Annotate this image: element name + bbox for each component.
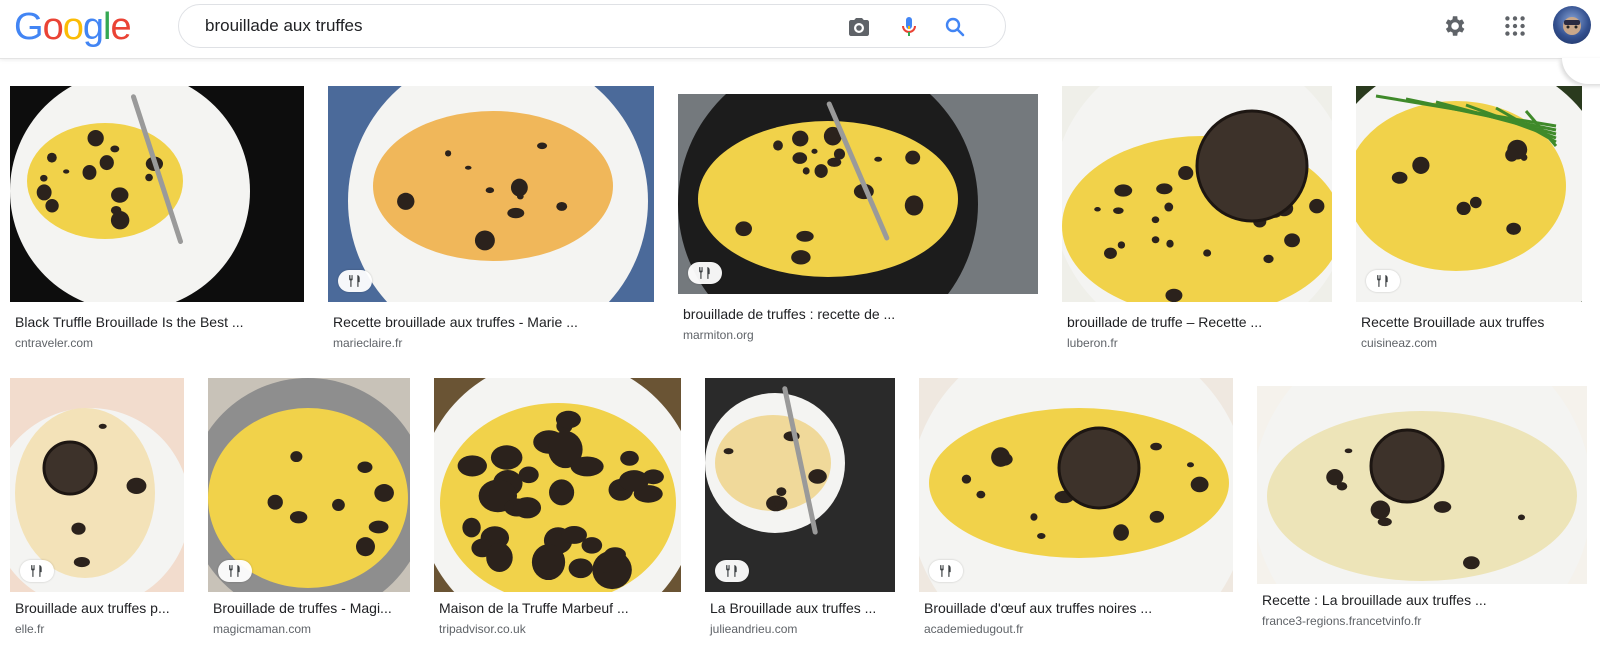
result-thumbnail[interactable] bbox=[1356, 86, 1582, 302]
result-title[interactable]: Recette : La brouillade aux truffes ... bbox=[1262, 592, 1487, 608]
result-title[interactable]: La Brouillade aux truffes ... bbox=[710, 600, 876, 616]
result-title[interactable]: Brouillade d'œuf aux truffes noires ... bbox=[924, 600, 1152, 616]
result-thumbnail[interactable] bbox=[1062, 86, 1332, 302]
result-source[interactable]: france3-regions.francetvinfo.fr bbox=[1262, 614, 1421, 628]
logo-letter: e bbox=[110, 6, 131, 48]
search-box[interactable] bbox=[178, 4, 1006, 48]
recipe-badge-icon bbox=[688, 262, 722, 284]
logo-letter: g bbox=[82, 6, 104, 48]
result-source[interactable]: marieclaire.fr bbox=[333, 336, 402, 350]
account-avatar[interactable] bbox=[1553, 6, 1591, 44]
image-result-card[interactable]: Recette Brouillade aux truffes cuisineaz.… bbox=[1356, 86, 1582, 350]
gear-icon[interactable] bbox=[1441, 13, 1467, 39]
result-title[interactable]: Brouillade aux truffes p... bbox=[15, 600, 170, 616]
result-source[interactable]: luberon.fr bbox=[1067, 336, 1118, 350]
result-thumbnail[interactable] bbox=[1257, 386, 1587, 584]
image-result-card[interactable]: Brouillade aux truffes p... elle.fr bbox=[10, 378, 184, 636]
recipe-badge-icon bbox=[218, 560, 252, 582]
edge-decoration bbox=[1562, 58, 1600, 84]
apps-icon[interactable] bbox=[1502, 13, 1528, 39]
top-bar: Google bbox=[0, 0, 1600, 59]
image-result-card[interactable]: Brouillade de truffes - Magi... magicmama… bbox=[208, 378, 410, 636]
camera-icon[interactable] bbox=[847, 15, 871, 39]
logo-letter: o bbox=[62, 6, 84, 48]
search-input[interactable] bbox=[203, 15, 807, 37]
result-source[interactable]: elle.fr bbox=[15, 622, 44, 636]
result-thumbnail[interactable] bbox=[919, 378, 1233, 592]
image-result-card[interactable]: Recette brouillade aux truffes - Marie .… bbox=[328, 86, 654, 350]
search-icon[interactable] bbox=[943, 15, 967, 39]
result-source[interactable]: magicmaman.com bbox=[213, 622, 311, 636]
result-thumbnail[interactable] bbox=[10, 86, 304, 302]
recipe-badge-icon bbox=[929, 560, 963, 582]
image-result-card[interactable]: La Brouillade aux truffes ... julieandrie… bbox=[705, 378, 895, 636]
image-result-card[interactable]: Black Truffle Brouillade Is the Best ...… bbox=[10, 86, 304, 350]
recipe-badge-icon bbox=[715, 560, 749, 582]
image-result-card[interactable]: Brouillade d'œuf aux truffes noires ... a… bbox=[919, 378, 1233, 636]
result-title[interactable]: Recette Brouillade aux truffes bbox=[1361, 314, 1544, 330]
result-source[interactable]: julieandrieu.com bbox=[710, 622, 797, 636]
recipe-badge-icon bbox=[1366, 270, 1400, 292]
result-title[interactable]: Black Truffle Brouillade Is the Best ... bbox=[15, 314, 244, 330]
logo-letter: o bbox=[42, 6, 64, 48]
result-source[interactable]: academiedugout.fr bbox=[924, 622, 1023, 636]
result-title[interactable]: Maison de la Truffe Marbeuf ... bbox=[439, 600, 629, 616]
result-source[interactable]: marmiton.org bbox=[683, 328, 754, 342]
image-result-card[interactable]: Recette : La brouillade aux truffes ... f… bbox=[1257, 378, 1587, 628]
result-thumbnail[interactable] bbox=[678, 94, 1038, 294]
result-title[interactable]: brouillade de truffes : recette de ... bbox=[683, 306, 895, 322]
recipe-badge-icon bbox=[20, 560, 54, 582]
image-result-card[interactable]: Maison de la Truffe Marbeuf ... tripadvis… bbox=[434, 378, 681, 636]
result-source[interactable]: cntraveler.com bbox=[15, 336, 93, 350]
result-title[interactable]: Recette brouillade aux truffes - Marie .… bbox=[333, 314, 578, 330]
result-thumbnail[interactable] bbox=[10, 378, 184, 592]
result-thumbnail[interactable] bbox=[434, 378, 681, 592]
result-thumbnail[interactable] bbox=[328, 86, 654, 302]
image-result-card[interactable]: brouillade de truffe – Recette ... lubero… bbox=[1062, 86, 1332, 350]
result-thumbnail[interactable] bbox=[705, 378, 895, 592]
google-logo[interactable]: Google bbox=[14, 5, 132, 49]
result-source[interactable]: tripadvisor.co.uk bbox=[439, 622, 526, 636]
microphone-icon[interactable] bbox=[897, 15, 921, 39]
result-title[interactable]: Brouillade de truffes - Magi... bbox=[213, 600, 392, 616]
result-source[interactable]: cuisineaz.com bbox=[1361, 336, 1437, 350]
result-title[interactable]: brouillade de truffe – Recette ... bbox=[1067, 314, 1262, 330]
result-thumbnail[interactable] bbox=[208, 378, 410, 592]
image-result-card[interactable]: brouillade de truffes : recette de ... ma… bbox=[678, 86, 1038, 342]
recipe-badge-icon bbox=[338, 270, 372, 292]
logo-letter: G bbox=[14, 6, 44, 48]
